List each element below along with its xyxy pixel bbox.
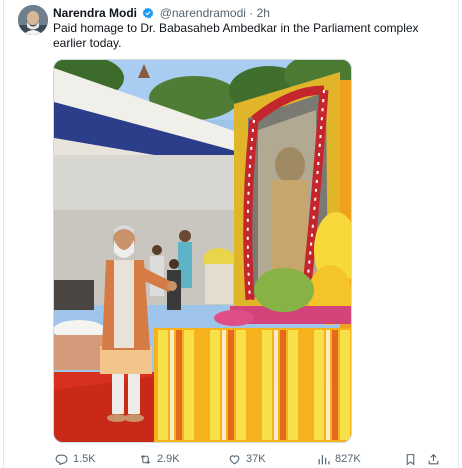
tweet-header: Narendra Modi @narendramodi · 2h [53,6,270,21]
view-count: 827K [335,453,361,465]
repost-icon [140,454,151,464]
views-bar-chart-icon [318,454,330,464]
timeline-border-left [3,0,4,468]
tweet-timestamp[interactable]: 2h [257,6,270,20]
like-button[interactable]: 37K [228,451,266,467]
bookmark-button[interactable] [404,451,417,467]
tweet-card[interactable]: Narendra Modi @narendramodi · 2h Paid ho… [12,0,452,468]
tweet-photo[interactable] [53,59,352,443]
views-button[interactable]: 827K [317,451,361,467]
share-icon [428,453,439,464]
bookmark-icon [406,453,415,465]
author-handle[interactable]: @narendramodi [160,6,246,20]
reply-button[interactable]: 1.5K [55,451,96,467]
avatar[interactable] [18,5,48,35]
share-button[interactable] [427,451,440,467]
tweet-text: Paid homage to Dr. Babasaheb Ambedkar in… [53,21,419,50]
repost-count: 2.9K [157,453,180,465]
reply-count: 1.5K [73,453,96,465]
reply-icon [55,454,68,465]
heart-icon [229,454,240,464]
header-separator: · [249,6,254,20]
verified-badge-icon [142,7,154,19]
timeline-border-right [458,0,459,468]
like-count: 37K [246,453,266,465]
author-name[interactable]: Narendra Modi [53,6,137,20]
tweet-actions-bar: 1.5K 2.9K 37K 827K [53,451,452,467]
repost-button[interactable]: 2.9K [139,451,180,467]
